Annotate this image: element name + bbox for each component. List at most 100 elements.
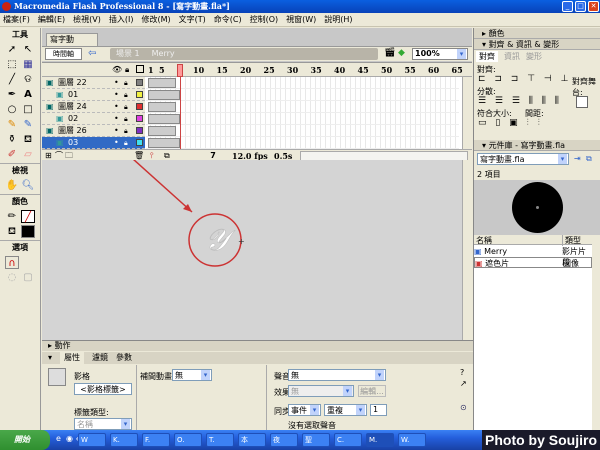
layer-frames[interactable] <box>146 137 459 149</box>
layer-row[interactable]: ▣ 03 • 🔒︎ <box>42 137 145 149</box>
lock-all-icon[interactable]: 🔒︎ <box>125 65 129 75</box>
stroke-color-swatch[interactable]: ╱ <box>21 210 35 223</box>
layer-row[interactable]: ▣ 圖層 22 • 🔒︎ <box>42 77 145 89</box>
visibility-dot[interactable]: • <box>114 77 119 89</box>
quick-launch-ie-icon[interactable]: e <box>56 434 61 443</box>
library-item[interactable]: ▣ 遮色片 圖像 <box>474 257 592 268</box>
keyframe-span[interactable] <box>148 126 176 136</box>
minimize-button[interactable]: _ <box>562 1 573 12</box>
sync-select[interactable]: 事件 <box>288 404 321 416</box>
eraser-tool-icon[interactable]: ▱ <box>21 148 35 161</box>
zoom-select[interactable]: 100% <box>412 48 468 60</box>
menu-window[interactable]: 視窗(W) <box>286 13 316 26</box>
outline-color-swatch[interactable] <box>136 127 143 134</box>
keyframe-span[interactable] <box>148 138 180 148</box>
menu-view[interactable]: 檢視(V) <box>73 13 101 26</box>
taskbar-item[interactable]: K. <box>110 433 138 447</box>
snap-magnet-icon[interactable]: ∩ <box>5 256 19 269</box>
effect-select[interactable]: 無 <box>288 385 354 397</box>
tab-transform[interactable]: 變形 <box>526 51 542 62</box>
edit-button[interactable]: 編輯... <box>358 385 386 397</box>
label-type-select[interactable]: 名稱 <box>74 418 132 430</box>
ink-bottle-tool-icon[interactable]: ⚱ <box>5 133 19 146</box>
outline-color-swatch[interactable] <box>136 79 143 86</box>
library-scrollbar[interactable] <box>592 235 600 430</box>
layer-frames[interactable] <box>146 125 459 137</box>
lock-icon[interactable]: 🔒︎ <box>124 89 128 101</box>
taskbar-item[interactable]: O. <box>174 433 202 447</box>
outline-color-swatch[interactable] <box>136 115 143 122</box>
tab-filters[interactable]: 濾鏡 <box>92 352 108 364</box>
timeline-vertical-scrollbar[interactable] <box>462 77 472 149</box>
menu-control[interactable]: 控制(O) <box>250 13 279 26</box>
color-panel-header[interactable]: ▸ 顏色 <box>474 28 600 39</box>
line-tool-icon[interactable]: ╱ <box>5 73 19 86</box>
lock-icon[interactable]: 🔒︎ <box>124 77 128 89</box>
menu-help[interactable]: 說明(H) <box>324 13 352 26</box>
stage-vertical-scrollbar[interactable] <box>462 160 472 340</box>
maximize-button[interactable]: □ <box>575 1 586 12</box>
outline-color-swatch[interactable] <box>136 139 143 146</box>
lock-icon[interactable]: 🔒︎ <box>124 113 128 125</box>
repeat-count-input[interactable]: 1 <box>370 404 387 416</box>
document-tab[interactable]: 寫字動畫.fla* <box>46 33 98 56</box>
timeline-button[interactable]: 時間軸 <box>45 48 82 60</box>
layer-frames[interactable] <box>146 113 459 125</box>
column-name[interactable]: 名稱 <box>476 235 492 246</box>
edit-accessibility-icon[interactable]: ↗ <box>460 379 467 388</box>
frame-label-input[interactable]: <影格標籤> <box>74 383 132 395</box>
zoom-tool-icon[interactable]: 🔍︎ <box>21 179 35 192</box>
taskbar-item[interactable]: F. <box>142 433 170 447</box>
visibility-dot[interactable]: • <box>114 137 119 149</box>
layer-row[interactable]: ▣ 02 • 🔒︎ <box>42 113 145 125</box>
taskbar-item[interactable]: 本 <box>238 433 266 447</box>
show-hide-all-icon[interactable]: 👁︎ <box>112 65 122 74</box>
oval-tool-icon[interactable]: ○ <box>5 103 19 116</box>
tween-select[interactable]: 無 <box>172 369 212 381</box>
merry-symbol-instance[interactable]: 𝒴 <box>205 223 237 259</box>
tab-properties[interactable]: 屬性 <box>60 352 85 364</box>
fill-color-swatch[interactable] <box>21 225 35 238</box>
layer-frames[interactable] <box>146 89 459 101</box>
menu-commands[interactable]: 命令(C) <box>214 13 242 26</box>
pin-library-icon[interactable]: ⇥ <box>574 154 581 163</box>
menu-file[interactable]: 檔案(F) <box>3 13 30 26</box>
fill-transform-tool-icon[interactable]: ▦ <box>21 58 35 71</box>
keyframe-span[interactable] <box>148 90 180 100</box>
taskbar-item[interactable]: C. <box>334 433 362 447</box>
pen-tool-icon[interactable]: ✒ <box>5 88 19 101</box>
keyframe-span[interactable] <box>148 78 176 88</box>
subselect-tool-icon[interactable]: ↖ <box>21 43 35 56</box>
edit-symbol-icon[interactable]: ◆ <box>398 48 405 58</box>
pencil-tool-icon[interactable]: ✎ <box>5 118 19 131</box>
fill-color-icon[interactable]: ⛾ <box>5 225 19 238</box>
eyedropper-tool-icon[interactable]: ✐ <box>5 148 19 161</box>
back-arrow-icon[interactable]: ⇦ <box>88 48 96 59</box>
taskbar-item[interactable]: M. <box>366 433 394 447</box>
collapse-icon[interactable]: ⊙ <box>460 403 467 412</box>
tab-align[interactable]: 對齊 <box>476 51 498 62</box>
keyframe-span[interactable] <box>148 114 180 124</box>
layer-row[interactable]: ▣ 01 • 🔒︎ <box>42 89 145 101</box>
edit-scene-icon[interactable]: 🎬︎ <box>384 48 395 58</box>
rectangle-tool-icon[interactable]: □ <box>21 103 35 116</box>
hand-tool-icon[interactable]: ✋ <box>5 179 19 192</box>
quick-launch-media-icon[interactable]: ◉ <box>66 434 73 443</box>
playhead[interactable] <box>177 64 183 77</box>
start-button[interactable]: 開始 <box>0 430 50 450</box>
library-select[interactable]: 寫字動畫.fla <box>477 153 569 165</box>
to-stage-button[interactable] <box>576 96 588 108</box>
menu-modify[interactable]: 修改(M) <box>141 13 170 26</box>
outline-color-swatch[interactable] <box>136 103 143 110</box>
taskbar-item[interactable]: 夜 <box>270 433 298 447</box>
breadcrumb-symbol[interactable]: Merry <box>152 48 175 60</box>
column-type[interactable]: 類型 <box>562 235 581 246</box>
library-item[interactable]: ▣ Merry 影片片段 <box>474 246 592 267</box>
breadcrumb-scene[interactable]: 場景 1 <box>116 48 140 60</box>
sound-select[interactable]: 無 <box>288 369 386 381</box>
match-size-buttons[interactable]: ▭ ▯ ▣ ⫶ ⫶ <box>478 118 543 128</box>
lock-icon[interactable]: 🔒︎ <box>124 137 128 149</box>
taskbar-item[interactable]: T. <box>206 433 234 447</box>
tab-info[interactable]: 資訊 <box>504 51 520 62</box>
align-panel-header[interactable]: ▾ 對齊 & 資訊 & 變形 <box>474 39 600 50</box>
